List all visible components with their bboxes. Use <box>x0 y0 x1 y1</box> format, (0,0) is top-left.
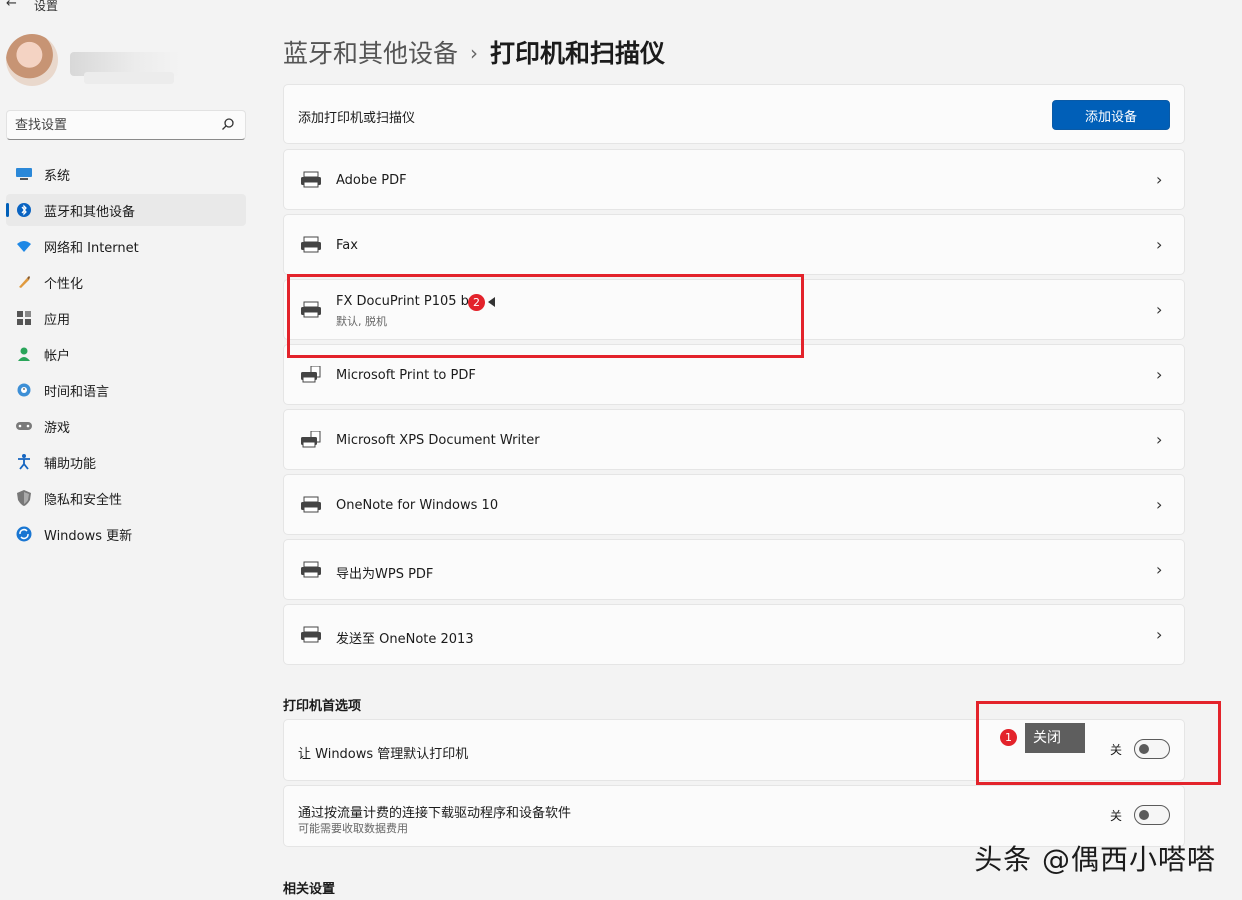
sidebar-item-label: 隐私和安全性 <box>44 492 123 508</box>
printer-icon <box>301 626 321 642</box>
breadcrumb-parent[interactable]: 蓝牙和其他设备 <box>283 39 458 68</box>
user-profile[interactable] <box>6 34 246 94</box>
printer-row[interactable]: 导出为WPS PDF › <box>283 539 1185 600</box>
sidebar-item-accounts[interactable]: 帐户 <box>6 338 246 370</box>
virtual-printer-icon <box>301 430 321 447</box>
avatar <box>6 34 58 86</box>
add-printer-label: 添加打印机或扫描仪 <box>298 111 416 126</box>
shield-icon <box>16 490 32 506</box>
printer-row[interactable]: Fax › <box>283 214 1185 275</box>
sidebar-item-label: 应用 <box>44 312 71 328</box>
gamepad-icon <box>16 419 32 433</box>
printer-row[interactable]: OneNote for Windows 10 › <box>283 474 1185 535</box>
printer-name: 导出为WPS PDF <box>336 567 434 582</box>
printer-icon <box>301 236 321 252</box>
watermark: 头条 @偶西小嗒嗒 <box>974 843 1216 876</box>
printer-icon <box>301 171 321 187</box>
chevron-right-icon: › <box>1156 559 1163 579</box>
globe-clock-icon <box>16 383 32 397</box>
annotation-highlight-printer <box>287 274 804 358</box>
breadcrumb: 蓝牙和其他设备 › 打印机和扫描仪 <box>283 34 665 70</box>
sidebar-item-bluetooth[interactable]: 蓝牙和其他设备 <box>6 194 246 226</box>
printer-name: Microsoft XPS Document Writer <box>336 433 540 448</box>
chevron-right-icon: › <box>1156 169 1163 189</box>
sidebar-item-label: 时间和语言 <box>44 384 110 400</box>
virtual-printer-icon <box>301 365 321 382</box>
breadcrumb-separator: › <box>470 41 479 65</box>
pref-label: 通过按流量计费的连接下载驱动程序和设备软件 <box>298 806 572 821</box>
metered-download-toggle[interactable] <box>1134 805 1170 825</box>
add-device-button[interactable]: 添加设备 <box>1052 100 1170 130</box>
page-title: 打印机和扫描仪 <box>490 39 666 68</box>
sidebar-item-system[interactable]: 系统 <box>6 158 246 190</box>
printer-icon <box>301 561 321 577</box>
sidebar-item-network[interactable]: 网络和 Internet <box>6 230 246 262</box>
sidebar-item-label: 系统 <box>44 168 71 184</box>
chevron-right-icon: › <box>1156 234 1163 254</box>
printer-name: 发送至 OneNote 2013 <box>336 632 474 647</box>
account-icon <box>16 347 32 361</box>
printer-name: Microsoft Print to PDF <box>336 368 476 383</box>
sidebar-item-label: 网络和 Internet <box>44 240 139 256</box>
chevron-right-icon: › <box>1156 494 1163 514</box>
pref-label: 让 Windows 管理默认打印机 <box>298 747 469 762</box>
sidebar-item-gaming[interactable]: 游戏 <box>6 410 246 442</box>
sidebar-item-windows-update[interactable]: Windows 更新 <box>6 518 246 550</box>
toggle-state-label: 关 <box>1109 808 1122 823</box>
sidebar-item-label: 个性化 <box>44 276 84 292</box>
annotation-pointer-icon <box>488 297 495 307</box>
window-title: 设置 <box>34 0 59 13</box>
printer-row[interactable]: Adobe PDF › <box>283 149 1185 210</box>
related-settings-heading: 相关设置 <box>283 882 336 897</box>
chevron-right-icon: › <box>1156 429 1163 449</box>
sidebar-item-apps[interactable]: 应用 <box>6 302 246 334</box>
sidebar-nav: 系统 蓝牙和其他设备 网络和 Internet 个性化 应用 帐户 时间和语言 … <box>6 158 246 554</box>
blurred-email <box>84 72 174 84</box>
sidebar-item-accessibility[interactable]: 辅助功能 <box>6 446 246 478</box>
sidebar-item-privacy[interactable]: 隐私和安全性 <box>6 482 246 514</box>
annotation-tooltip: 关闭 <box>1025 723 1085 753</box>
sidebar-item-personalization[interactable]: 个性化 <box>6 266 246 298</box>
sidebar-item-time-language[interactable]: 时间和语言 <box>6 374 246 406</box>
printer-name: Fax <box>336 238 358 253</box>
printer-name: OneNote for Windows 10 <box>336 498 499 513</box>
accessibility-icon <box>16 454 32 470</box>
printer-name: Adobe PDF <box>336 173 407 188</box>
annotation-badge-2: 2 <box>468 294 485 311</box>
metered-download-toggle-group: 关 <box>1110 805 1170 825</box>
pref-sub-label: 可能需要收取数据费用 <box>298 822 408 835</box>
search-icon[interactable] <box>221 117 235 131</box>
chevron-right-icon: › <box>1156 299 1163 319</box>
bluetooth-icon <box>16 203 32 217</box>
search-box[interactable] <box>6 110 246 140</box>
chevron-right-icon: › <box>1156 624 1163 644</box>
wifi-icon <box>16 239 32 253</box>
sidebar-item-label: Windows 更新 <box>44 528 133 544</box>
sidebar-item-label: 帐户 <box>44 348 71 364</box>
search-input[interactable] <box>7 111 207 139</box>
add-printer-card: 添加打印机或扫描仪 添加设备 <box>283 84 1185 144</box>
printer-preferences-heading: 打印机首选项 <box>283 699 362 714</box>
printer-icon <box>301 496 321 512</box>
system-icon <box>16 167 32 181</box>
printer-row[interactable]: 发送至 OneNote 2013 › <box>283 604 1185 665</box>
sidebar-item-label: 辅助功能 <box>44 456 97 472</box>
printer-row[interactable]: Microsoft XPS Document Writer › <box>283 409 1185 470</box>
apps-icon <box>16 311 32 325</box>
back-arrow-icon[interactable]: ← <box>6 0 17 11</box>
title-bar: ← 设置 <box>0 0 1242 14</box>
sidebar-item-label: 蓝牙和其他设备 <box>44 204 136 220</box>
brush-icon <box>16 275 32 289</box>
chevron-right-icon: › <box>1156 364 1163 384</box>
sidebar-item-label: 游戏 <box>44 420 71 436</box>
update-icon <box>16 526 32 542</box>
toggle-knob <box>1139 810 1149 820</box>
annotation-badge-1: 1 <box>1000 729 1017 746</box>
